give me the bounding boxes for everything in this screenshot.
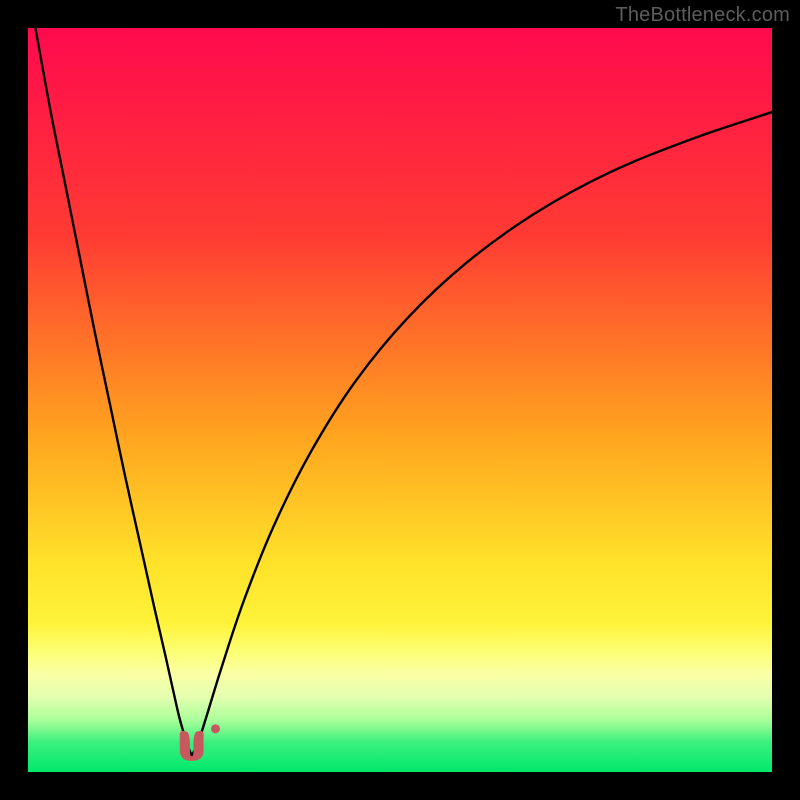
marker-dot [211,724,220,733]
gradient-background [28,28,772,772]
chart-svg [28,28,772,772]
chart-frame: TheBottleneck.com [0,0,800,800]
plot-area [28,28,772,772]
watermark-text: TheBottleneck.com [615,4,790,27]
